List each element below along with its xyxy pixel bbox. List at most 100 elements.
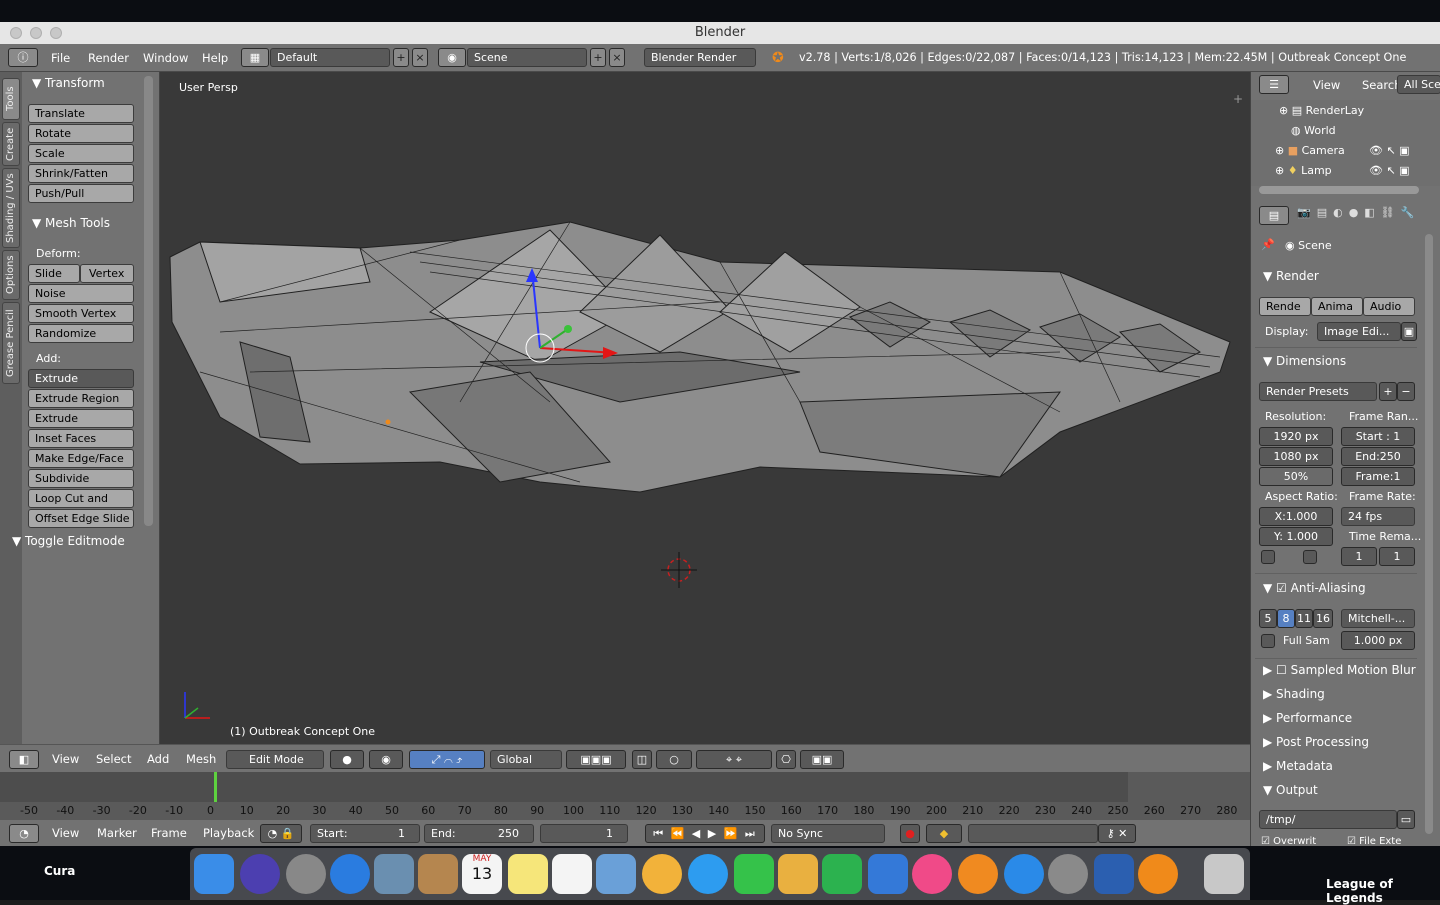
timeline-menu-frame[interactable]: Frame	[151, 826, 187, 840]
outliner-item-renderlayers[interactable]: ⊕ ▤ RenderLay	[1279, 104, 1364, 117]
zoom-window-icon[interactable]	[50, 27, 62, 39]
timeline[interactable]: -50 -40 -30 -20 -10 0 10 20 30 40 50 60 70 80 90 100 110…	[0, 772, 1250, 820]
shrink-fatten-button[interactable]: Shrink/Fatten	[28, 164, 134, 183]
numbers-icon[interactable]	[822, 854, 862, 894]
limit-selection-icon[interactable]: ◫	[632, 750, 652, 769]
pages-icon[interactable]	[778, 854, 818, 894]
screen-layout-icon[interactable]: ▦	[241, 48, 269, 67]
aa-samples-8[interactable]: 8	[1277, 609, 1295, 628]
output-panel-header[interactable]: ▼ Output	[1255, 779, 1417, 801]
render-presets-select[interactable]: Render Presets	[1259, 382, 1377, 401]
tab-create[interactable]: Create	[2, 122, 20, 166]
timeline-menu-view[interactable]: View	[52, 826, 79, 840]
extrude-region-button[interactable]: Extrude Region	[28, 389, 134, 408]
blender-dock-icon[interactable]	[1138, 854, 1178, 894]
pin-icon[interactable]: 📌	[1261, 238, 1275, 251]
inset-faces-button[interactable]: Inset Faces	[28, 429, 134, 448]
translate-button[interactable]: Translate	[28, 104, 134, 123]
opengl-render-icon[interactable]: ⎔	[776, 750, 796, 769]
proportional-edit-icon[interactable]: ○	[656, 750, 692, 769]
outliner-scrollbar[interactable]	[1259, 186, 1419, 194]
add-layout-icon[interactable]: +	[393, 48, 409, 67]
orientation-select[interactable]: Global	[490, 750, 562, 769]
menu-render[interactable]: Render	[88, 51, 129, 65]
aa-samples-5[interactable]: 5	[1259, 609, 1277, 628]
menu-window[interactable]: Window	[143, 51, 188, 65]
extrude-individual-button[interactable]: Extrude Individual	[28, 409, 134, 442]
outliner-menu-view[interactable]: View	[1313, 78, 1340, 92]
facetime-icon[interactable]	[734, 854, 774, 894]
slide-edge-button[interactable]: Slide Ed	[28, 264, 80, 297]
transform-panel-header[interactable]: ▼ Transform	[32, 76, 105, 90]
current-frame-field[interactable]: 1	[540, 824, 628, 843]
crop-checkbox[interactable]	[1303, 550, 1317, 564]
extrude-select[interactable]: Extrude	[28, 369, 134, 388]
smooth-vertex-button[interactable]: Smooth Vertex	[28, 304, 134, 323]
app-store-icon[interactable]	[1004, 854, 1044, 894]
minimize-window-icon[interactable]	[30, 27, 42, 39]
manipulator-icon[interactable]: ⤢ ⌒ ⤴	[409, 750, 485, 769]
randomize-button[interactable]: Randomize	[28, 324, 134, 343]
outliner-menu-search[interactable]: Search	[1362, 78, 1402, 92]
shading-panel-header[interactable]: ▶ Shading	[1255, 683, 1417, 705]
safari-icon[interactable]	[330, 854, 370, 894]
pivot-point-icon[interactable]: ◉	[369, 750, 403, 769]
menu-file[interactable]: File	[51, 51, 70, 65]
offset-edge-slide-button[interactable]: Offset Edge Slide	[28, 509, 134, 528]
lamp-visibility-icons[interactable]: 👁 ↖ ▣	[1369, 164, 1410, 177]
output-path-field[interactable]: /tmp/	[1259, 810, 1397, 829]
add-preset-icon[interactable]: +	[1379, 382, 1397, 401]
info-editor-type-icon[interactable]: ⓘ	[8, 48, 38, 67]
dimensions-panel-header[interactable]: ▼ Dimensions	[1255, 350, 1417, 372]
tab-grease-pencil[interactable]: Grease Pencil	[2, 302, 20, 384]
frame-rate-select[interactable]: 24 fps	[1341, 507, 1415, 526]
ibooks-icon[interactable]	[958, 854, 998, 894]
properties-toggle-icon[interactable]: +	[1233, 92, 1243, 106]
snap-icon[interactable]: ⌖ ⌖	[696, 750, 772, 769]
aspect-x-field[interactable]: X:1.000	[1259, 507, 1333, 526]
time-remap-new-field[interactable]: 1	[1379, 547, 1415, 566]
playback-controls[interactable]: ⏮ ⏪ ◀ ▶ ⏩ ⏭	[645, 824, 765, 843]
rotate-button[interactable]: Rotate	[28, 124, 134, 143]
menu-view[interactable]: View	[52, 752, 79, 766]
menu-select[interactable]: Select	[96, 752, 131, 766]
keying-set-icon[interactable]: ◆	[926, 824, 962, 843]
properties-editor-type-icon[interactable]: ▤	[1259, 206, 1289, 225]
3d-viewport[interactable]: User Persp + (1) Outbreak Concept One	[160, 72, 1250, 744]
contacts-icon[interactable]	[418, 854, 458, 894]
remove-layout-icon[interactable]: ×	[412, 48, 428, 67]
menu-help[interactable]: Help	[202, 51, 228, 65]
notes-icon[interactable]	[508, 854, 548, 894]
desktop-icon-label-cura[interactable]: Cura	[44, 864, 75, 878]
noise-button[interactable]: Noise	[28, 284, 134, 303]
frame-start-field[interactable]: Start : 1	[1341, 427, 1415, 446]
mesh-tools-panel-header[interactable]: ▼ Mesh Tools	[32, 216, 110, 230]
launchpad-icon[interactable]	[286, 854, 326, 894]
outliner-item-world[interactable]: ◍ World	[1291, 124, 1336, 137]
menu-add[interactable]: Add	[147, 752, 169, 766]
layout-field[interactable]: Default	[270, 48, 390, 67]
render-image-button[interactable]: Rende	[1259, 297, 1311, 316]
tab-tools[interactable]: Tools	[2, 78, 20, 120]
full-sample-checkbox[interactable]	[1261, 634, 1275, 648]
browse-folder-icon[interactable]: ▭	[1397, 810, 1415, 829]
mode-select[interactable]: Edit Mode	[226, 750, 324, 769]
render-panel-header[interactable]: ▼ Render	[1255, 265, 1417, 287]
performance-panel-header[interactable]: ▶ Performance	[1255, 707, 1417, 729]
system-preferences-icon[interactable]	[1048, 854, 1088, 894]
shading-mode-icon[interactable]: ●	[330, 750, 364, 769]
scene-icon[interactable]: ◉	[438, 48, 466, 67]
finder-icon[interactable]	[194, 854, 234, 894]
resolution-percentage-field[interactable]: 50%	[1259, 467, 1333, 486]
timeline-current-frame[interactable]	[214, 772, 217, 802]
make-edge-face-button[interactable]: Make Edge/Face	[28, 449, 134, 468]
overwrite-checkbox[interactable]: ☑ Overwrit	[1261, 836, 1316, 847]
camera-visibility-icons[interactable]: 👁 ↖ ▣	[1369, 144, 1410, 157]
mail-icon[interactable]	[374, 854, 414, 894]
start-frame-field[interactable]: Start: 1	[310, 824, 420, 843]
tab-shading-uvs[interactable]: Shading / UVs	[2, 168, 20, 248]
calendar-icon[interactable]: MAY 13	[462, 854, 502, 894]
outliner-editor-type-icon[interactable]: ☰	[1259, 75, 1289, 94]
end-frame-field[interactable]: End: 250	[424, 824, 534, 843]
render-preview-icon[interactable]: ▣▣	[800, 750, 844, 769]
